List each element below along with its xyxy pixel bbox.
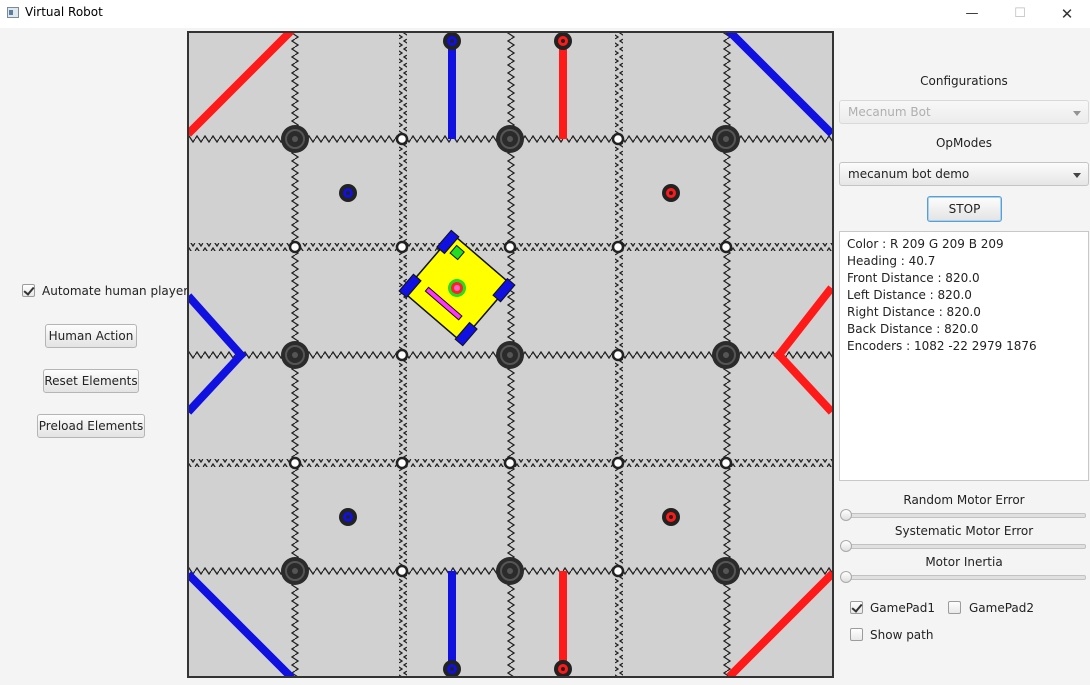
random-motor-error-label: Random Motor Error bbox=[903, 493, 1025, 507]
systematic-motor-error-slider-thumb[interactable] bbox=[840, 540, 852, 552]
chevron-down-icon bbox=[1073, 111, 1081, 116]
telemetry-panel: Color : R 209 G 209 B 209 Heading : 40.7… bbox=[839, 231, 1089, 481]
window-title: Virtual Robot bbox=[25, 5, 103, 19]
telemetry-line: Right Distance : 820.0 bbox=[847, 305, 981, 319]
telemetry-line: Front Distance : 820.0 bbox=[847, 271, 980, 285]
random-motor-error-slider[interactable] bbox=[842, 513, 1086, 518]
telemetry-line: Back Distance : 820.0 bbox=[847, 322, 979, 336]
game-field[interactable] bbox=[187, 31, 834, 678]
close-button[interactable]: ✕ bbox=[1044, 0, 1090, 27]
preload-elements-button[interactable]: Preload Elements bbox=[37, 414, 145, 438]
telemetry-line: Encoders : 1082 -22 2979 1876 bbox=[847, 339, 1037, 353]
gamepad1-checkbox[interactable] bbox=[850, 601, 863, 614]
show-path-checkbox[interactable] bbox=[850, 628, 863, 641]
telemetry-line: Heading : 40.7 bbox=[847, 254, 936, 268]
gamepad1-label: GamePad1 bbox=[870, 601, 936, 615]
automate-human-player-checkbox[interactable] bbox=[22, 284, 35, 297]
systematic-motor-error-label: Systematic Motor Error bbox=[894, 524, 1034, 538]
opmode-select[interactable]: mecanum bot demo bbox=[839, 162, 1089, 186]
minimize-button[interactable]: — bbox=[949, 0, 995, 27]
motor-inertia-slider[interactable] bbox=[842, 575, 1086, 580]
opmode-select-value: mecanum bot demo bbox=[848, 167, 970, 181]
gamepad2-label: GamePad2 bbox=[969, 601, 1035, 615]
reset-elements-button[interactable]: Reset Elements bbox=[43, 369, 139, 393]
systematic-motor-error-slider[interactable] bbox=[842, 544, 1086, 549]
motor-inertia-label: Motor Inertia bbox=[925, 555, 1003, 569]
opmodes-label: OpModes bbox=[935, 136, 992, 150]
telemetry-line: Left Distance : 820.0 bbox=[847, 288, 972, 302]
telemetry-line: Color : R 209 G 209 B 209 bbox=[847, 237, 1004, 251]
chevron-down-icon bbox=[1073, 173, 1081, 178]
configuration-select[interactable]: Mecanum Bot bbox=[839, 100, 1089, 124]
maximize-button[interactable]: ☐ bbox=[997, 0, 1043, 27]
motor-inertia-slider-thumb[interactable] bbox=[840, 571, 852, 583]
stop-button[interactable]: STOP bbox=[927, 196, 1002, 222]
random-motor-error-slider-thumb[interactable] bbox=[840, 509, 852, 521]
show-path-label: Show path bbox=[870, 628, 934, 642]
configuration-select-value: Mecanum Bot bbox=[848, 105, 931, 119]
configurations-label: Configurations bbox=[920, 74, 1008, 88]
gamepad2-checkbox[interactable] bbox=[948, 601, 961, 614]
left-panel bbox=[0, 28, 187, 685]
title-bar: Virtual Robot — ☐ ✕ bbox=[0, 0, 1090, 27]
app-icon bbox=[7, 7, 19, 18]
human-action-button[interactable]: Human Action bbox=[45, 324, 137, 348]
automate-human-player-label: Automate human player bbox=[42, 284, 189, 298]
